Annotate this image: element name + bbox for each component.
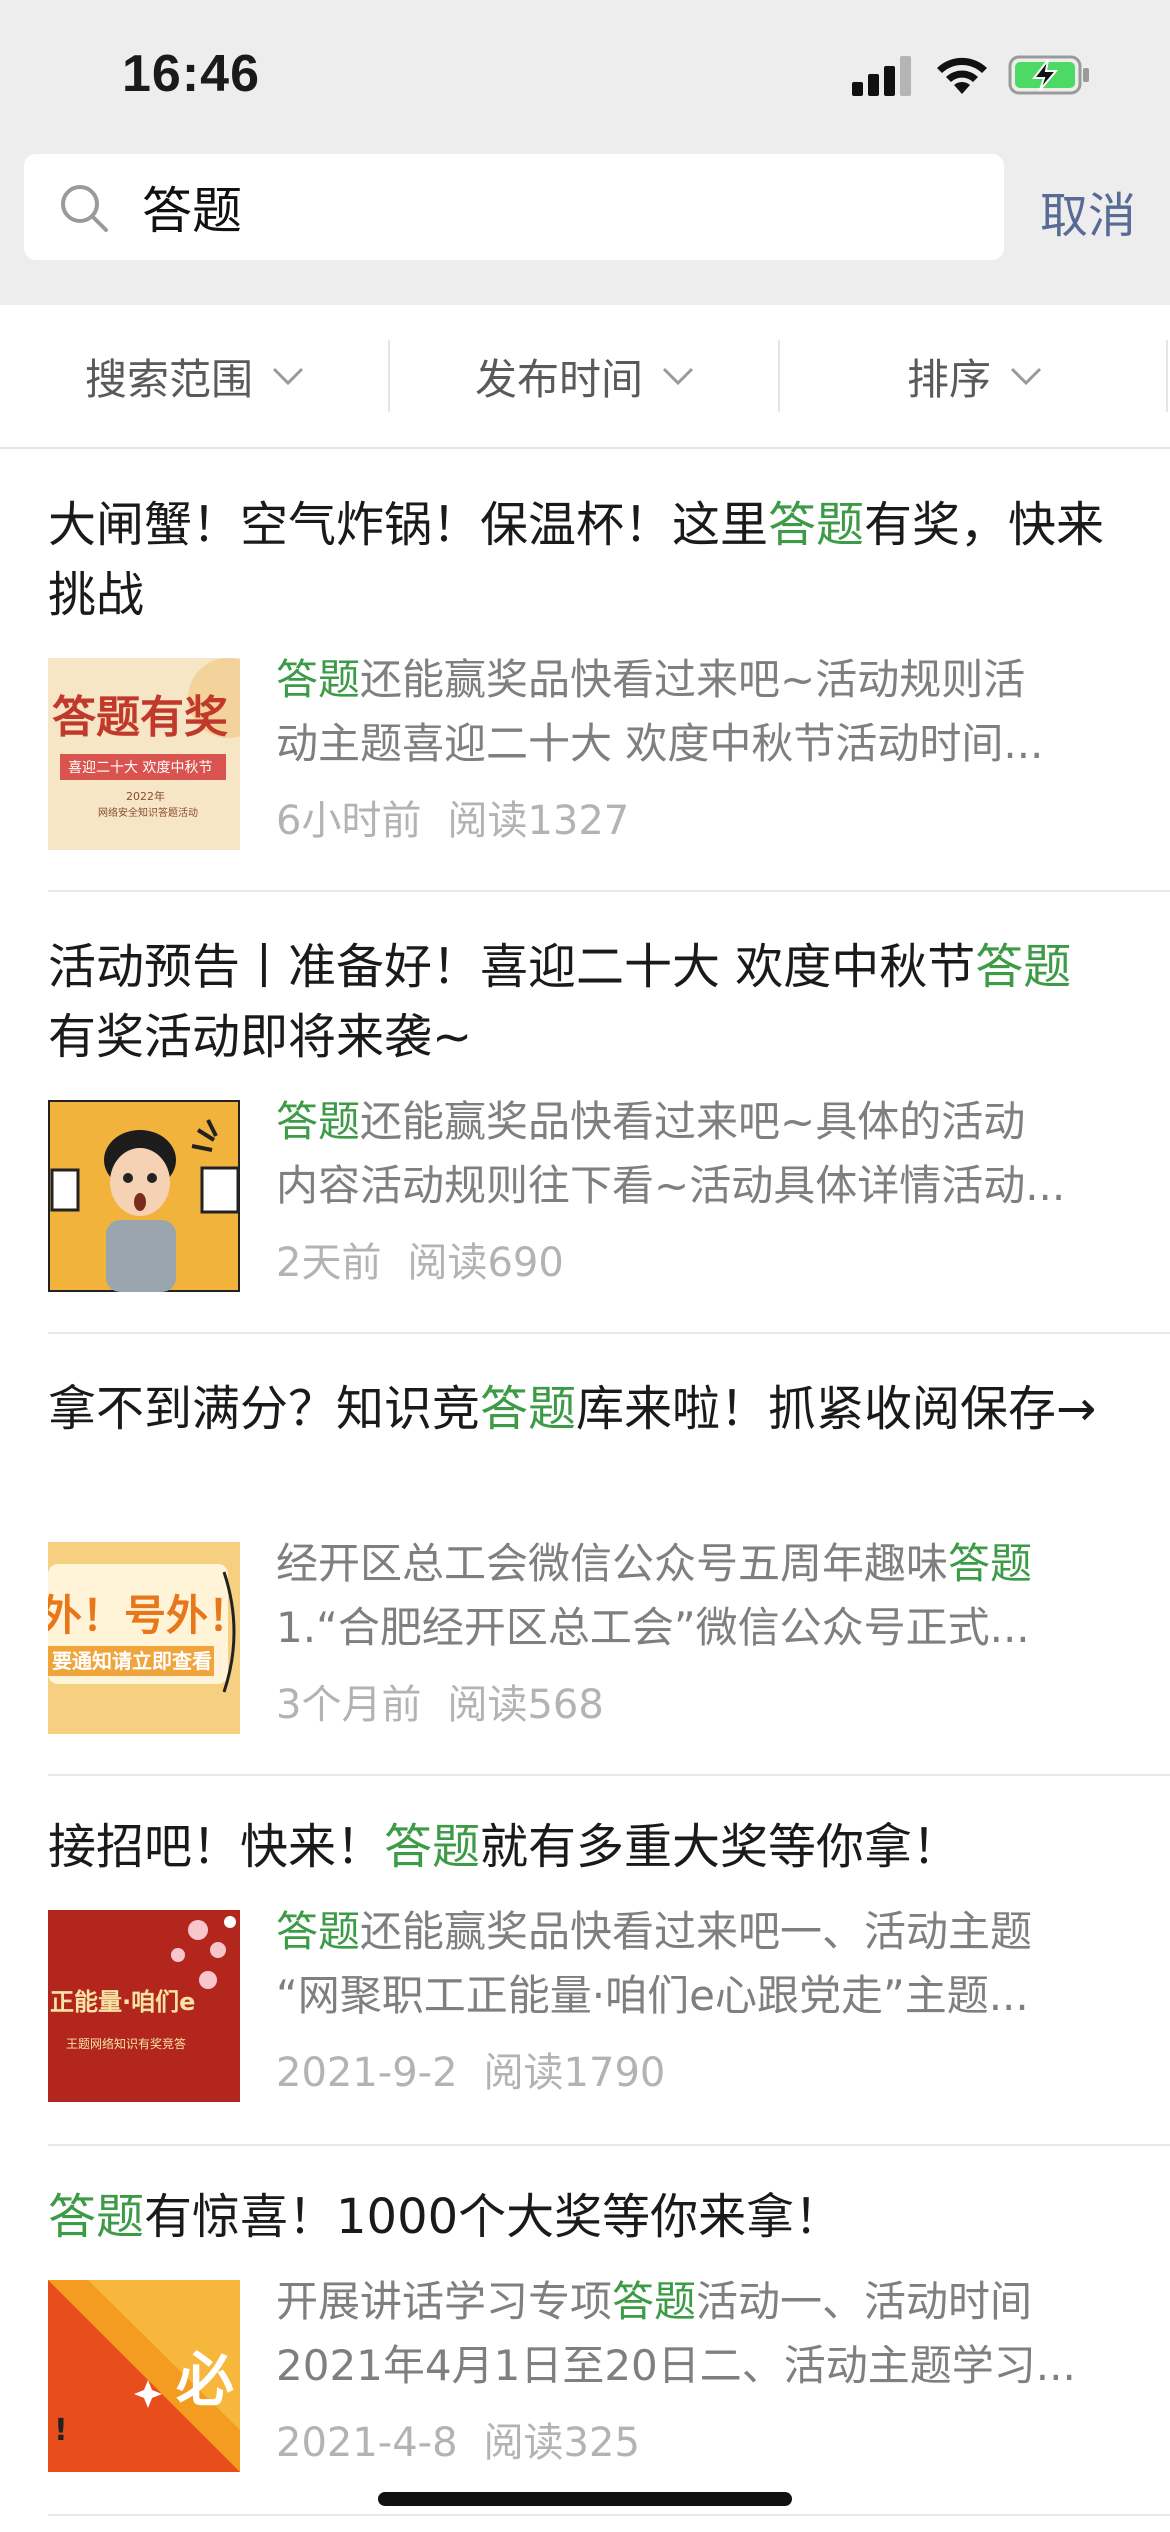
result-item[interactable]: 大闸蟹！空气炸锅！保温杯！这里答题有奖，快来挑战 答题有奖 喜迎二十大 欢度中秋…	[48, 448, 1170, 892]
text-run: 还能赢奖品快看过来吧~活动规则活	[360, 655, 1026, 704]
result-item[interactable]: 拿不到满分？知识竞答题库来啦！抓紧收阅保存→ 外！号外！ 要通知请立即查看 经开…	[48, 1332, 1170, 1776]
result-item[interactable]: 答题有惊喜！1000个大奖等你来拿！ 必 ! 开展讲话学习专项答题活动一、活动时…	[48, 2144, 1170, 2516]
result-title[interactable]: 活动预告丨准备好！喜迎二十大 欢度中秋节答题有奖活动即将来袭~	[48, 932, 1118, 1072]
result-description: 经开区总工会微信公众号五周年趣味答题 1.“合肥经开区总工会”微信公众号正式..…	[276, 1532, 1156, 1660]
thumb-subtitle: 王题网络知识有奖竞答	[66, 2036, 186, 2051]
text-run: 拿不到满分？知识竞	[48, 1381, 481, 1437]
status-time: 16:46	[122, 45, 260, 103]
result-description: 开展讲话学习专项答题活动一、活动时间 2021年4月1日至20日二、活动主题学习…	[276, 2270, 1156, 2398]
text-run: 有惊喜！1000个大奖等你来拿！	[144, 2189, 843, 2245]
text-run: 还能赢奖品快看过来吧~具体的活动	[360, 1097, 1026, 1146]
divider	[1166, 340, 1168, 412]
result-item[interactable]: 活动预告丨准备好！喜迎二十大 欢度中秋节答题有奖活动即将来袭~ 答题还能赢奖品快…	[48, 890, 1170, 1334]
text-run: 就有多重大奖等你拿！	[480, 1819, 961, 1875]
highlighted-keyword: 答题	[612, 2277, 697, 2326]
text-run: 动主题喜迎二十大 欢度中秋节活动时间...	[276, 719, 1044, 768]
result-thumbnail: 正能量·咱们e 王题网络知识有奖竞答	[48, 1910, 240, 2102]
home-indicator[interactable]	[378, 2492, 792, 2506]
thumb-banner: 喜迎二十大 欢度中秋节	[68, 760, 212, 776]
result-thumbnail: 答题有奖 喜迎二十大 欢度中秋节 2022年 网络安全知识答题活动	[48, 658, 240, 850]
thumb-title: 必	[176, 2346, 234, 2414]
result-time: 2021-4-8	[276, 2420, 458, 2466]
filter-label: 搜索范围	[84, 354, 253, 404]
thumb-year: 2022年	[126, 789, 165, 803]
filter-label: 排序	[906, 354, 991, 404]
chevron-down-icon	[272, 367, 304, 386]
result-reads: 阅读325	[483, 2420, 640, 2466]
result-thumbnail: 必 !	[48, 2280, 240, 2472]
cancel-button[interactable]: 取消	[1040, 176, 1136, 246]
result-thumbnail	[48, 1100, 240, 1292]
text-run: 1.“合肥经开区总工会”微信公众号正式...	[276, 1603, 1030, 1652]
result-description: 答题还能赢奖品快看过来吧~具体的活动 内容活动规则往下看~活动具体详情活动...	[276, 1090, 1156, 1218]
highlighted-keyword: 答题	[768, 497, 865, 553]
result-meta: 2021-4-8 阅读325	[276, 2410, 640, 2468]
search-input[interactable]	[142, 176, 962, 238]
text-run: 大闸蟹！空气炸锅！保温杯！这里	[48, 497, 769, 553]
text-run: 还能赢奖品快看过来吧一、活动主题	[360, 1907, 1033, 1956]
thumb-title: 答题有奖	[52, 692, 228, 743]
highlighted-keyword: 答题	[384, 1819, 481, 1875]
result-reads: 阅读568	[447, 1682, 604, 1728]
text-run: 接招吧！快来！	[48, 1819, 385, 1875]
text-run: 经开区总工会微信公众号五周年趣味	[276, 1539, 949, 1588]
status-bar: 16:46	[0, 0, 1170, 150]
highlighted-keyword: 答题	[276, 1907, 361, 1956]
result-description: 答题还能赢奖品快看过来吧一、活动主题 “网聚职工正能量·咱们e心跟党走”主题..…	[276, 1900, 1156, 2028]
text-run: 开展讲话学习专项	[276, 2277, 613, 2326]
highlighted-keyword: 答题	[480, 1381, 577, 1437]
filter-label: 发布时间	[474, 354, 643, 404]
result-meta: 6小时前 阅读1327	[276, 788, 629, 846]
result-reads: 阅读1790	[483, 2050, 666, 2096]
result-meta: 2021-9-2 阅读1790	[276, 2040, 665, 2098]
text-run: 内容活动规则往下看~活动具体详情活动...	[276, 1161, 1066, 1210]
text-run: 活动一、活动时间	[696, 2277, 1033, 2326]
search-icon	[61, 185, 108, 232]
filter-publish-time[interactable]: 发布时间	[390, 305, 780, 447]
result-description: 答题还能赢奖品快看过来吧~活动规则活 动主题喜迎二十大 欢度中秋节活动时间...	[276, 648, 1156, 776]
filter-bar: 搜索范围 发布时间 排序	[0, 305, 1170, 449]
search-bar[interactable]	[24, 154, 1004, 260]
result-time: 2021-9-2	[276, 2050, 458, 2096]
thumb-title: 外！号外！	[48, 1591, 240, 1640]
highlighted-keyword: 答题	[975, 939, 1072, 995]
text-run: 2021年4月1日至20日二、活动主题学习...	[276, 2341, 1076, 2390]
filter-sort[interactable]: 排序	[780, 305, 1170, 447]
battery-charging-icon	[1008, 55, 1089, 95]
result-time: 2天前	[276, 1240, 382, 1286]
result-title[interactable]: 大闸蟹！空气炸锅！保温杯！这里答题有奖，快来挑战	[48, 490, 1118, 630]
result-title[interactable]: 答题有惊喜！1000个大奖等你来拿！	[48, 2182, 1118, 2252]
text-run: 有奖活动即将来袭~	[48, 1009, 473, 1065]
cellular-signal-icon	[852, 56, 914, 96]
result-time: 6小时前	[276, 798, 422, 844]
result-reads: 阅读690	[407, 1240, 564, 1286]
result-item[interactable]: 接招吧！快来！答题就有多重大奖等你拿！ 正能量·咱们e 王题网络知识有奖竞答 答…	[48, 1774, 1170, 2146]
text-run: “网聚职工正能量·咱们e心跟党走”主题...	[276, 1971, 1029, 2020]
search-header: 取消	[0, 150, 1170, 305]
thumb-banner: 要通知请立即查看	[52, 1649, 212, 1673]
chevron-down-icon	[1010, 367, 1042, 386]
chevron-down-icon	[662, 367, 694, 386]
result-title[interactable]: 拿不到满分？知识竞答题库来啦！抓紧收阅保存→	[48, 1374, 1118, 1444]
result-time: 3个月前	[276, 1682, 422, 1728]
thumb-subtitle: 网络安全知识答题活动	[98, 806, 198, 819]
svg-text:!: !	[54, 2413, 68, 2448]
text-run: 活动预告丨准备好！喜迎二十大 欢度中秋节	[48, 939, 976, 995]
filter-search-scope[interactable]: 搜索范围	[0, 305, 390, 447]
highlighted-keyword: 答题	[948, 1539, 1033, 1588]
text-run: 库来啦！抓紧收阅保存→	[576, 1381, 1097, 1437]
result-reads: 阅读1327	[447, 798, 630, 844]
highlighted-keyword: 答题	[276, 655, 361, 704]
result-title[interactable]: 接招吧！快来！答题就有多重大奖等你拿！	[48, 1812, 1118, 1882]
highlighted-keyword: 答题	[48, 2189, 145, 2245]
result-thumbnail: 外！号外！ 要通知请立即查看	[48, 1542, 240, 1734]
result-meta: 3个月前 阅读568	[276, 1672, 604, 1730]
wifi-icon	[937, 57, 987, 94]
highlighted-keyword: 答题	[276, 1097, 361, 1146]
result-meta: 2天前 阅读690	[276, 1230, 564, 1288]
thumb-title: 正能量·咱们e	[50, 1988, 195, 2016]
